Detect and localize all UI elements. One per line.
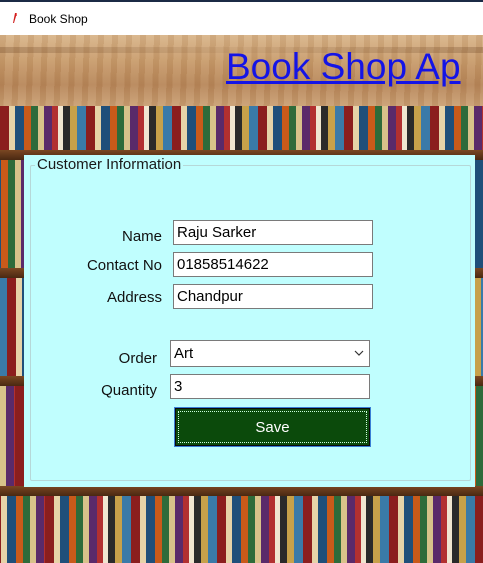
quantity-label: Quantity (101, 382, 157, 399)
app-icon (13, 13, 17, 23)
name-field[interactable]: Raju Sarker (173, 220, 373, 245)
app-heading: Book Shop Ap (226, 46, 461, 87)
book-row (0, 496, 483, 563)
address-label: Address (106, 289, 162, 306)
order-select[interactable]: Art (170, 340, 370, 367)
order-selected-value: Art (174, 345, 194, 362)
address-field[interactable]: Chandpur (173, 284, 373, 309)
window-title: Book Shop (29, 12, 88, 26)
window-titlebar: Book Shop (0, 0, 483, 35)
chevron-down-icon[interactable] (354, 349, 364, 357)
order-label: Order (118, 350, 157, 367)
book-row (0, 106, 483, 150)
quantity-field[interactable]: 3 (170, 374, 370, 399)
shelf-plank (0, 486, 483, 496)
customer-info-title: Customer Information (35, 156, 184, 173)
contact-field[interactable]: 01858514622 (173, 252, 373, 277)
save-button[interactable]: Save (174, 407, 371, 447)
contact-label: Contact No (86, 257, 162, 274)
name-label: Name (121, 228, 162, 245)
